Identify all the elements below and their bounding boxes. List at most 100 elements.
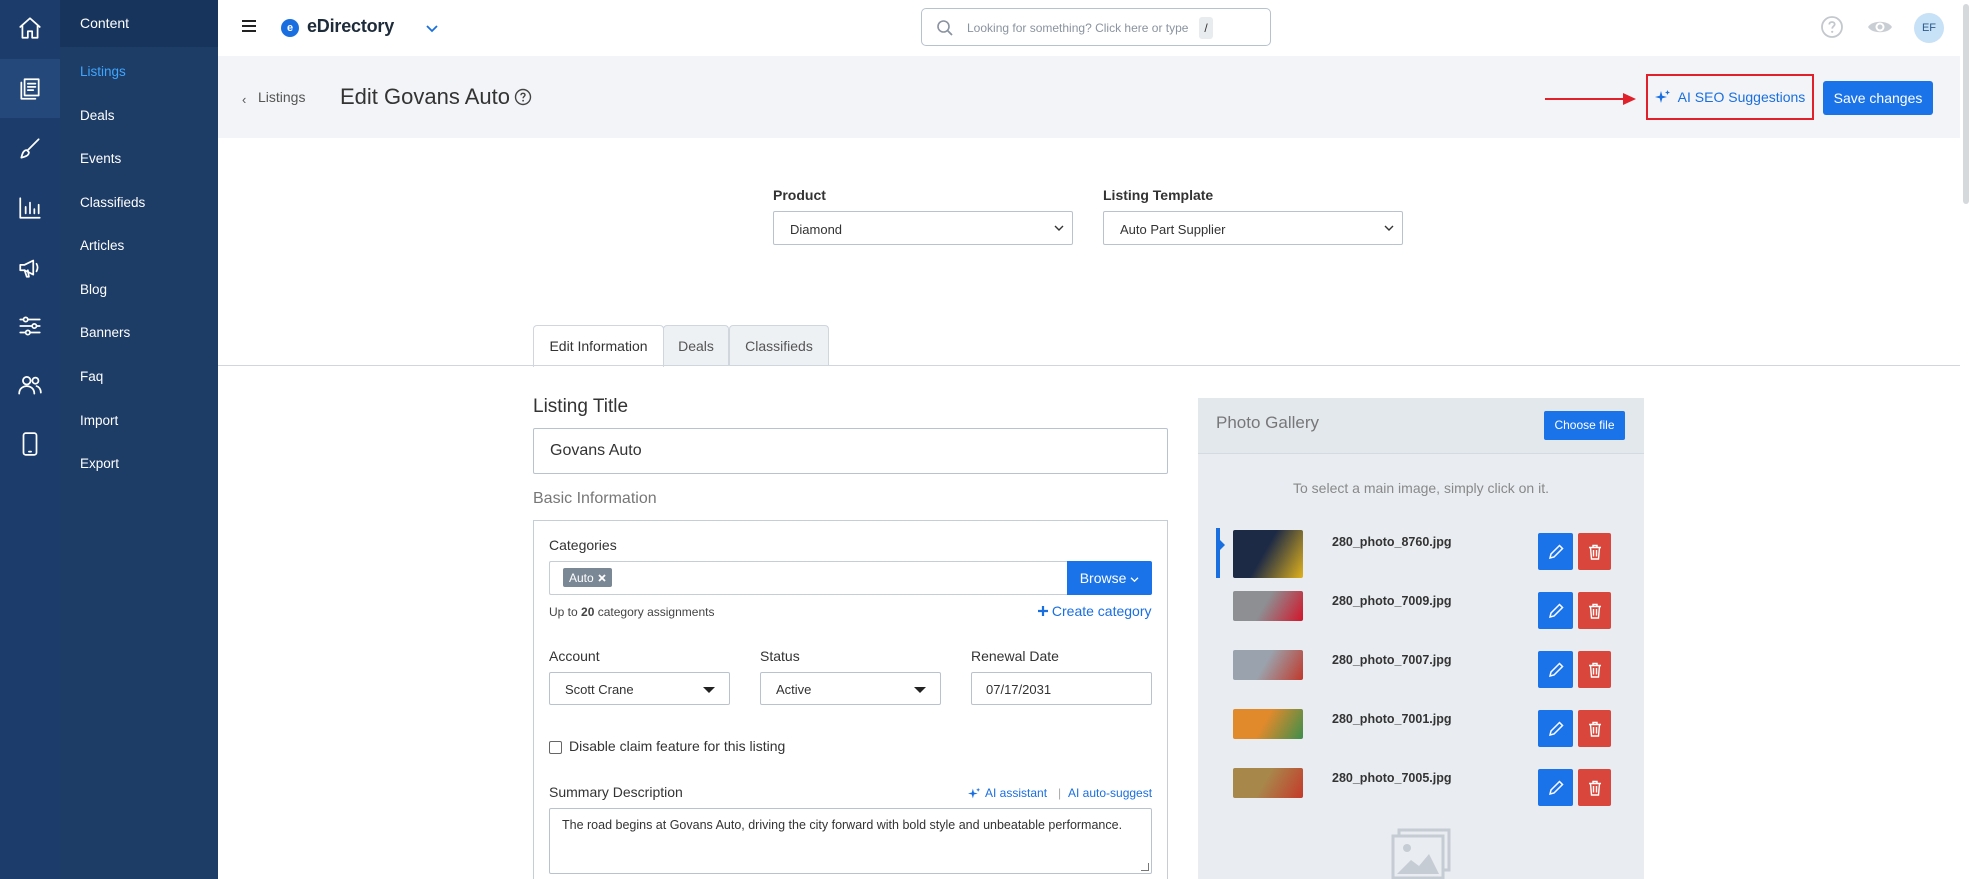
categories-input[interactable]: [549, 561, 1068, 595]
top-bar: e eDirectory Looking for something? Clic…: [218, 0, 1972, 56]
photo-row[interactable]: 280_photo_7009.jpg: [1198, 587, 1644, 645]
photo-filename: 280_photo_7009.jpg: [1332, 594, 1452, 608]
ai-seo-suggestions-button[interactable]: AI SEO Suggestions: [1646, 74, 1814, 120]
template-value: Auto Part Supplier: [1120, 222, 1226, 237]
app-logo-text[interactable]: eDirectory: [307, 16, 394, 37]
trash-icon: [1588, 780, 1601, 796]
disable-claim-checkbox[interactable]: [549, 741, 562, 754]
gallery-hint: To select a main image, simply click on …: [1293, 480, 1549, 496]
photo-row[interactable]: 280_photo_7005.jpg: [1198, 764, 1644, 822]
close-icon[interactable]: [598, 573, 606, 582]
trash-icon: [1588, 544, 1601, 560]
photo-gallery-title: Photo Gallery: [1216, 413, 1319, 432]
ai-assistant-label: AI assistant: [985, 786, 1048, 800]
sidebar-item-import[interactable]: Import: [80, 413, 118, 428]
sidebar-item-blog[interactable]: Blog: [80, 282, 107, 297]
sidebar-item-listings[interactable]: Listings: [80, 64, 126, 79]
hamburger-menu-icon[interactable]: [242, 20, 256, 34]
delete-photo-button[interactable]: [1578, 592, 1611, 629]
sidebar-item-export[interactable]: Export: [80, 456, 119, 471]
photo-thumbnail[interactable]: [1233, 591, 1303, 621]
delete-photo-button[interactable]: [1578, 710, 1611, 747]
category-chip-label: Auto: [569, 570, 594, 585]
status-label: Status: [760, 648, 800, 664]
avatar[interactable]: EF: [1914, 13, 1944, 43]
users-icon[interactable]: [0, 357, 60, 413]
browse-button[interactable]: Browse: [1067, 561, 1152, 595]
chevron-left-icon[interactable]: ‹: [242, 92, 246, 107]
listing-title-input[interactable]: Govans Auto: [533, 428, 1168, 474]
sidebar-item-articles[interactable]: Articles: [80, 238, 124, 253]
status-select[interactable]: Active: [760, 672, 941, 705]
search-icon: [937, 20, 953, 36]
title-help-icon[interactable]: [514, 88, 532, 106]
create-category-link[interactable]: Create category: [1038, 603, 1152, 619]
delete-photo-button[interactable]: [1578, 533, 1611, 570]
photo-row[interactable]: 280_photo_7001.jpg: [1198, 705, 1644, 763]
tab-edit-information[interactable]: Edit Information: [533, 325, 664, 367]
categories-label: Categories: [549, 537, 617, 553]
edit-photo-button[interactable]: [1538, 710, 1573, 747]
page-title: Edit Govans Auto: [340, 84, 510, 109]
search-input[interactable]: Looking for something? Click here or typ…: [921, 8, 1271, 46]
photo-thumbnail[interactable]: [1233, 530, 1303, 578]
tab-divider: [218, 365, 1960, 366]
choose-file-button[interactable]: Choose file: [1544, 411, 1625, 440]
product-select[interactable]: Diamond: [773, 211, 1073, 245]
back-to-listings-link[interactable]: Listings: [258, 89, 305, 105]
chevron-down-icon: [1130, 577, 1139, 583]
photo-row[interactable]: 280_photo_8760.jpg: [1198, 528, 1644, 586]
photo-filename: 280_photo_8760.jpg: [1332, 535, 1452, 549]
category-chip[interactable]: Auto: [563, 568, 612, 587]
photo-gallery-panel: Photo Gallery Choose file To select a ma…: [1198, 398, 1644, 879]
design-icon[interactable]: [0, 121, 60, 177]
chevron-down-icon: [1384, 225, 1394, 231]
edit-photo-button[interactable]: [1538, 533, 1573, 570]
home-icon[interactable]: [0, 0, 60, 56]
account-select[interactable]: Scott Crane: [549, 672, 730, 705]
preview-eye-icon[interactable]: [1867, 16, 1893, 38]
renewal-date-input[interactable]: 07/17/2031: [971, 672, 1152, 705]
reports-icon[interactable]: [0, 180, 60, 236]
delete-photo-button[interactable]: [1578, 651, 1611, 688]
annotation-arrow-icon: [1545, 93, 1636, 105]
delete-photo-button[interactable]: [1578, 769, 1611, 806]
tab-classifieds[interactable]: Classifieds: [729, 325, 829, 366]
listing-template-select[interactable]: Auto Part Supplier: [1103, 211, 1403, 245]
chevron-down-icon[interactable]: [424, 20, 440, 36]
photo-thumbnail[interactable]: [1233, 709, 1303, 739]
photo-filename: 280_photo_7007.jpg: [1332, 653, 1452, 667]
link-separator: |: [1058, 786, 1062, 800]
icon-rail: [0, 0, 60, 879]
edit-photo-button[interactable]: [1538, 592, 1573, 629]
logo-mark: e: [281, 19, 299, 37]
photo-row[interactable]: 280_photo_7007.jpg: [1198, 646, 1644, 704]
photo-thumbnail[interactable]: [1233, 768, 1303, 798]
ai-assistant-link[interactable]: AI assistant: [968, 786, 1047, 800]
save-changes-button[interactable]: Save changes: [1823, 81, 1933, 115]
tab-deals[interactable]: Deals: [663, 325, 729, 366]
account-value: Scott Crane: [565, 682, 634, 697]
edit-photo-button[interactable]: [1538, 651, 1573, 688]
mobile-icon[interactable]: [0, 416, 60, 472]
sidebar-item-events[interactable]: Events: [80, 151, 121, 166]
sidebar-item-banners[interactable]: Banners: [80, 325, 130, 340]
promote-icon[interactable]: [0, 239, 60, 295]
sidebar-item-classifieds[interactable]: Classifieds: [80, 195, 145, 210]
content-icon[interactable]: [0, 59, 60, 118]
photo-thumbnail[interactable]: [1233, 650, 1303, 680]
plus-icon: [1038, 606, 1048, 616]
sidebar-item-faq[interactable]: Faq: [80, 369, 103, 384]
hint-count: 20: [581, 605, 595, 619]
hint-prefix: Up to: [549, 605, 578, 619]
sidebar-item-deals[interactable]: Deals: [80, 108, 115, 123]
selected-marker: [1216, 528, 1225, 578]
resize-handle-icon[interactable]: [1141, 863, 1149, 871]
settings-icon[interactable]: [0, 298, 60, 354]
ai-auto-suggest-link[interactable]: AI auto-suggest: [1068, 786, 1152, 800]
page-scrollbar[interactable]: [1960, 0, 1972, 879]
help-icon[interactable]: [1820, 15, 1844, 39]
summary-description-textarea[interactable]: The road begins at Govans Auto, driving …: [549, 808, 1152, 874]
edit-photo-button[interactable]: [1538, 769, 1573, 806]
disable-claim-label[interactable]: Disable claim feature for this listing: [569, 738, 785, 754]
